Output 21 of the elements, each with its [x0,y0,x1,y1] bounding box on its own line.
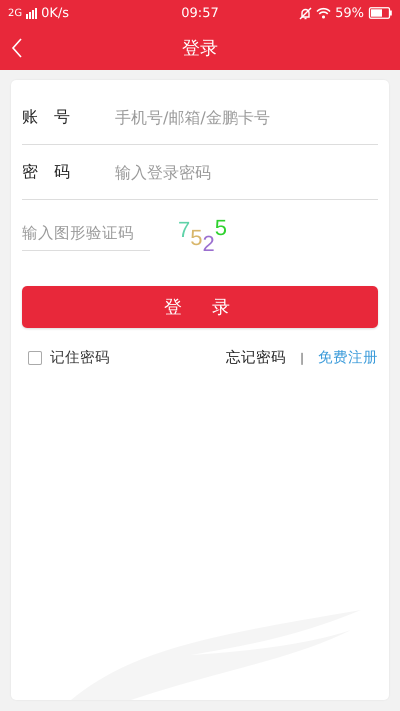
captcha-input-field[interactable]: 输入图形验证码 [22,212,150,250]
wifi-icon [316,7,332,19]
register-link[interactable]: 免费注册 [318,348,378,367]
page-title: 登录 [182,37,218,60]
field-label: 密码 [22,162,87,182]
input-field[interactable]: 输入登录密码 [92,162,378,182]
back-icon[interactable] [11,38,23,58]
input-field[interactable]: 手机号/邮箱/金鹏卡号 [92,108,378,126]
battery-icon [368,7,392,19]
network-speed: 0K/s [41,6,70,20]
forgot-password-link[interactable]: 忘记密码 [226,348,286,367]
signal-icon [26,8,38,18]
captcha-image[interactable]: 752 5 [178,211,227,251]
clock: 09:57 [181,6,219,20]
field-label: 账号 [22,106,87,128]
separator: | [300,350,304,364]
battery-percent: 59% [335,6,364,20]
remember-password-checkbox[interactable]: 记住密码 [28,348,110,367]
login-button[interactable]: 登录 [22,286,378,328]
network-type: 2G [8,8,22,18]
muted-bell-icon [299,6,312,20]
